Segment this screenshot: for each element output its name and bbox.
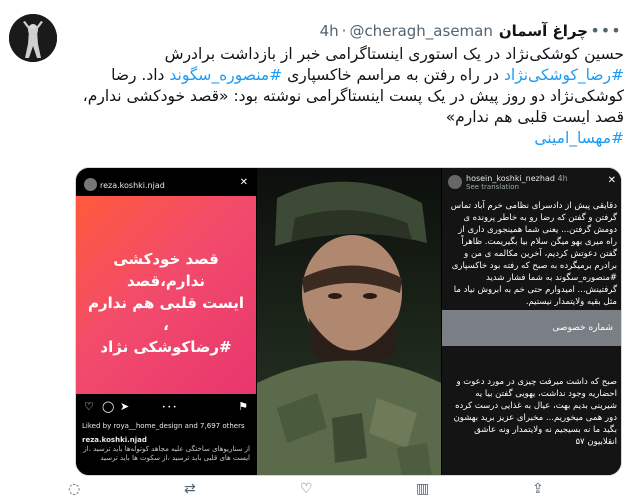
share-icon[interactable]: ⇪ bbox=[532, 481, 544, 497]
tweet-header: چراغ آسمان @cheragh_aseman · 4h bbox=[68, 20, 588, 42]
reply-icon[interactable]: ◌ bbox=[68, 481, 80, 497]
private-number-label: شماره خصوصی bbox=[552, 323, 613, 333]
display-name[interactable]: چراغ آسمان bbox=[499, 22, 588, 40]
story-text-top: دقایقی پیش از دادسرای نظامی خرم آباد تما… bbox=[450, 201, 617, 307]
send-icon: ➤ bbox=[120, 400, 130, 413]
tweet-text-line: #رضا_کوشکی‌نژاد در راه رفتن به مراسم خاک… bbox=[68, 65, 624, 86]
separator-dot: · bbox=[341, 22, 347, 40]
tweet-text-segment: داد. رضا bbox=[111, 66, 170, 84]
more-options-button[interactable]: ••• bbox=[590, 19, 620, 41]
portrait-photo[interactable] bbox=[257, 168, 441, 475]
heart-icon: ♡ bbox=[84, 400, 94, 413]
post-text: قصد خودکشی ندارم،قصد ایست قلبی هم ندارم … bbox=[84, 248, 248, 358]
tweet-text-line: کوشکی‌نژاد دو روز پیش در یک پست اینستاگر… bbox=[68, 86, 624, 107]
tweet-text-segment: قصد ایست قلبی هم ندارم» bbox=[445, 108, 624, 126]
post-text-line: #رضاکوشکی نژاد bbox=[100, 338, 232, 356]
avatar bbox=[84, 178, 97, 191]
tweet-text-segment: در راه رفتن به مراسم خاکسپاری bbox=[282, 66, 504, 84]
tweet-text-line: حسین کوشکی‌نژاد در یک استوری اینستاگرامی… bbox=[68, 44, 624, 65]
portrait-illustration bbox=[257, 168, 441, 475]
comment-icon: ◯ bbox=[102, 400, 115, 413]
carousel-dots-icon: • • • bbox=[162, 404, 177, 411]
avatar[interactable] bbox=[9, 14, 57, 62]
hashtag-link[interactable]: #مهسا_امینی bbox=[534, 129, 624, 147]
like-icon[interactable]: ♡ bbox=[300, 481, 313, 497]
tweet-actions: ◌ ⇄ ♡ ▥ ⇪ bbox=[68, 481, 620, 499]
bookmark-icon: ⚑ bbox=[238, 400, 248, 413]
hashtag-link[interactable]: #منصوره_سگوند bbox=[169, 66, 282, 84]
tweet-text: حسین کوشکی‌نژاد در یک استوری اینستاگرامی… bbox=[68, 44, 624, 149]
tweet-text-segment: حسین کوشکی‌نژاد در یک استوری اینستاگرامی… bbox=[164, 45, 624, 63]
user-handle[interactable]: @cheragh_aseman bbox=[349, 22, 492, 40]
instagram-story-image[interactable]: hosein_koshki_nezhad 4h See translation … bbox=[442, 168, 621, 475]
ellipsis-icon: ••• bbox=[590, 20, 622, 40]
tweet-text-line: #مهسا_امینی bbox=[68, 128, 624, 149]
hashtag-link[interactable]: #رضا_کوشکی‌نژاد bbox=[504, 66, 624, 84]
caption-text: از سناریوهای ساختگی علیه مجاهد کوتوله‌ها… bbox=[83, 445, 250, 462]
timestamp[interactable]: 4h bbox=[320, 22, 339, 40]
avatar bbox=[448, 175, 462, 189]
liked-by-text: Liked by roya__home_design and 7,697 oth… bbox=[82, 422, 245, 430]
instagram-post-image[interactable]: reza.koshki.njad ✕ قصد خودکشی ندارم،قصد … bbox=[76, 168, 256, 475]
post-text-line: ایست قلبی هم ندارم ، bbox=[87, 294, 245, 334]
tweet-card[interactable]: چراغ آسمان @cheragh_aseman · 4h ••• حسین… bbox=[0, 0, 632, 499]
story-text-bottom: صبح که داشت میرفت چیزی در مورد دعوت و اح… bbox=[453, 377, 617, 447]
instagram-username: reza.koshki.njad bbox=[100, 181, 165, 190]
close-icon: ✕ bbox=[607, 175, 616, 186]
post-text-line: قصد خودکشی ندارم،قصد bbox=[113, 250, 219, 290]
instagram-username: hosein_koshki_nezhad 4h bbox=[466, 174, 568, 183]
views-icon[interactable]: ▥ bbox=[416, 481, 429, 497]
caption-username: reza.koshki.njad bbox=[82, 436, 147, 444]
retweet-icon[interactable]: ⇄ bbox=[184, 481, 196, 497]
instagram-actions: ♡ ◯ ➤ • • • ⚑ bbox=[84, 400, 248, 414]
close-icon: ✕ bbox=[239, 177, 248, 188]
see-translation-link: See translation bbox=[466, 183, 519, 191]
tweet-text-segment: کوشکی‌نژاد دو روز پیش در یک پست اینستاگر… bbox=[82, 87, 624, 105]
tweet-text-line: قصد ایست قلبی هم ندارم» bbox=[68, 107, 624, 128]
media-grid[interactable]: reza.koshki.njad ✕ قصد خودکشی ندارم،قصد … bbox=[75, 167, 622, 476]
